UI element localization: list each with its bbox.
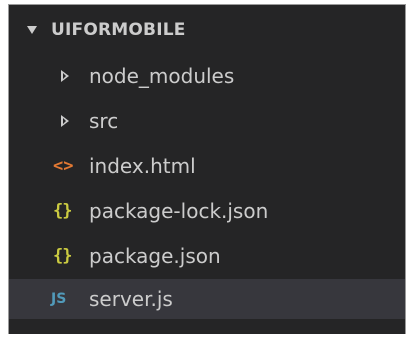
chevron-right-icon[interactable] [61,115,69,127]
json-file-icon: {} [53,246,72,266]
tree-item-package-lock-json[interactable]: {} package-lock.json [9,191,405,231]
tree-item-server-js[interactable]: JS server.js [9,279,405,319]
html-file-icon: <> [53,156,74,176]
tree-item-index-html[interactable]: <> index.html [9,146,405,186]
tree-item-label: node_modules [89,64,235,88]
tree-item-node-modules[interactable]: node_modules [9,56,405,96]
tree-item-label: package.json [89,244,221,268]
tree-item-label: package-lock.json [89,199,269,223]
tree-item-package-json[interactable]: {} package.json [9,236,405,276]
chevron-down-icon[interactable] [27,26,37,34]
root-folder-label: UIFORMOBILE [51,20,186,40]
json-file-icon: {} [53,201,72,221]
tree-item-src[interactable]: src [9,101,405,141]
js-file-icon: JS [51,291,67,307]
tree-item-label: server.js [89,287,173,311]
file-explorer: UIFORMOBILE node_modules src <> index.ht… [8,4,406,334]
tree-item-label: index.html [89,154,196,178]
chevron-right-icon[interactable] [61,70,69,82]
tree-item-label: src [89,109,119,133]
